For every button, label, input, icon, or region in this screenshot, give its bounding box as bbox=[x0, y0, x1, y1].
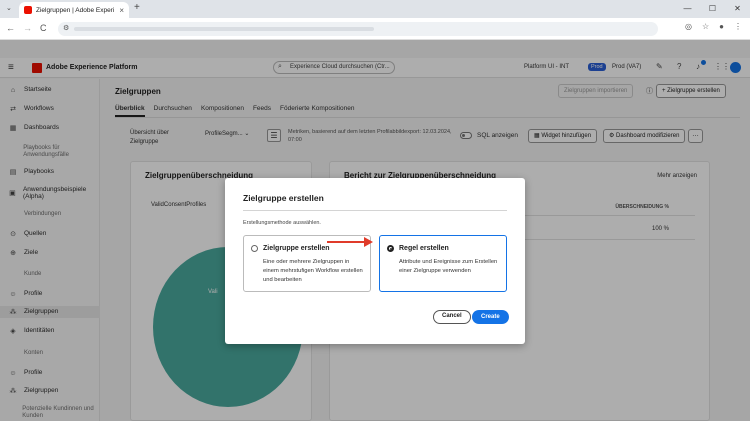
annotation-arrow-icon bbox=[364, 237, 373, 247]
option-build-rule[interactable]: Regel erstellen Attribute und Ereignisse… bbox=[379, 235, 507, 292]
reload-button[interactable]: C bbox=[40, 23, 47, 33]
option-build-audience[interactable]: Zielgruppe erstellen Eine oder mehrere Z… bbox=[243, 235, 371, 292]
minimize-icon[interactable]: — bbox=[675, 0, 700, 18]
tab-list-icon[interactable]: ⌄ bbox=[6, 4, 12, 12]
address-bar: ← → C ⚙ ◎ ☆ ● ⋮ bbox=[0, 18, 750, 40]
cancel-button[interactable]: Cancel bbox=[433, 310, 471, 324]
close-window-icon[interactable]: ✕ bbox=[725, 0, 750, 18]
menu-dots-icon[interactable]: ⋮ bbox=[734, 22, 742, 31]
option-title: Zielgruppe erstellen bbox=[263, 245, 330, 252]
option-description: Eine oder mehrere Zielgruppen in einem m… bbox=[263, 259, 363, 283]
blurred-url bbox=[74, 27, 374, 31]
forward-button[interactable]: → bbox=[23, 23, 32, 33]
browser-tab-bar: ⌄ Zielgruppen | Adobe Experience × + — ☐… bbox=[0, 0, 750, 18]
radio-build-audience[interactable] bbox=[251, 245, 258, 252]
tab-title: Zielgruppen | Adobe Experience bbox=[36, 6, 114, 14]
option-description: Attribute und Ereignisse zum Erstellen e… bbox=[399, 259, 498, 274]
dialog-divider bbox=[243, 210, 507, 211]
create-button[interactable]: Create bbox=[472, 310, 509, 324]
option-title: Regel erstellen bbox=[399, 245, 449, 252]
new-tab-button[interactable]: + bbox=[134, 2, 140, 13]
adobe-favicon-icon bbox=[24, 6, 32, 14]
star-icon[interactable]: ☆ bbox=[702, 22, 709, 31]
tab-close-icon[interactable]: × bbox=[119, 6, 124, 15]
maximize-icon[interactable]: ☐ bbox=[700, 0, 725, 18]
address-bar-icons: ◎ ☆ ● ⋮ bbox=[685, 22, 742, 31]
eye-off-icon[interactable]: ◎ bbox=[685, 22, 692, 31]
radio-build-rule[interactable] bbox=[387, 245, 394, 252]
window-controls: — ☐ ✕ bbox=[675, 0, 750, 18]
url-field[interactable]: ⚙ bbox=[58, 22, 658, 36]
dialog-subtitle: Erstellungsmethode auswählen. bbox=[243, 220, 321, 226]
create-audience-dialog: Zielgruppe erstellen Erstellungsmethode … bbox=[225, 178, 525, 344]
account-icon[interactable]: ● bbox=[719, 22, 724, 31]
back-button[interactable]: ← bbox=[6, 23, 15, 33]
browser-tab[interactable]: Zielgruppen | Adobe Experience × bbox=[19, 2, 129, 18]
site-info-icon[interactable]: ⚙ bbox=[63, 24, 69, 32]
dialog-title: Zielgruppe erstellen bbox=[243, 193, 324, 203]
annotation-arrow-line bbox=[327, 241, 365, 243]
